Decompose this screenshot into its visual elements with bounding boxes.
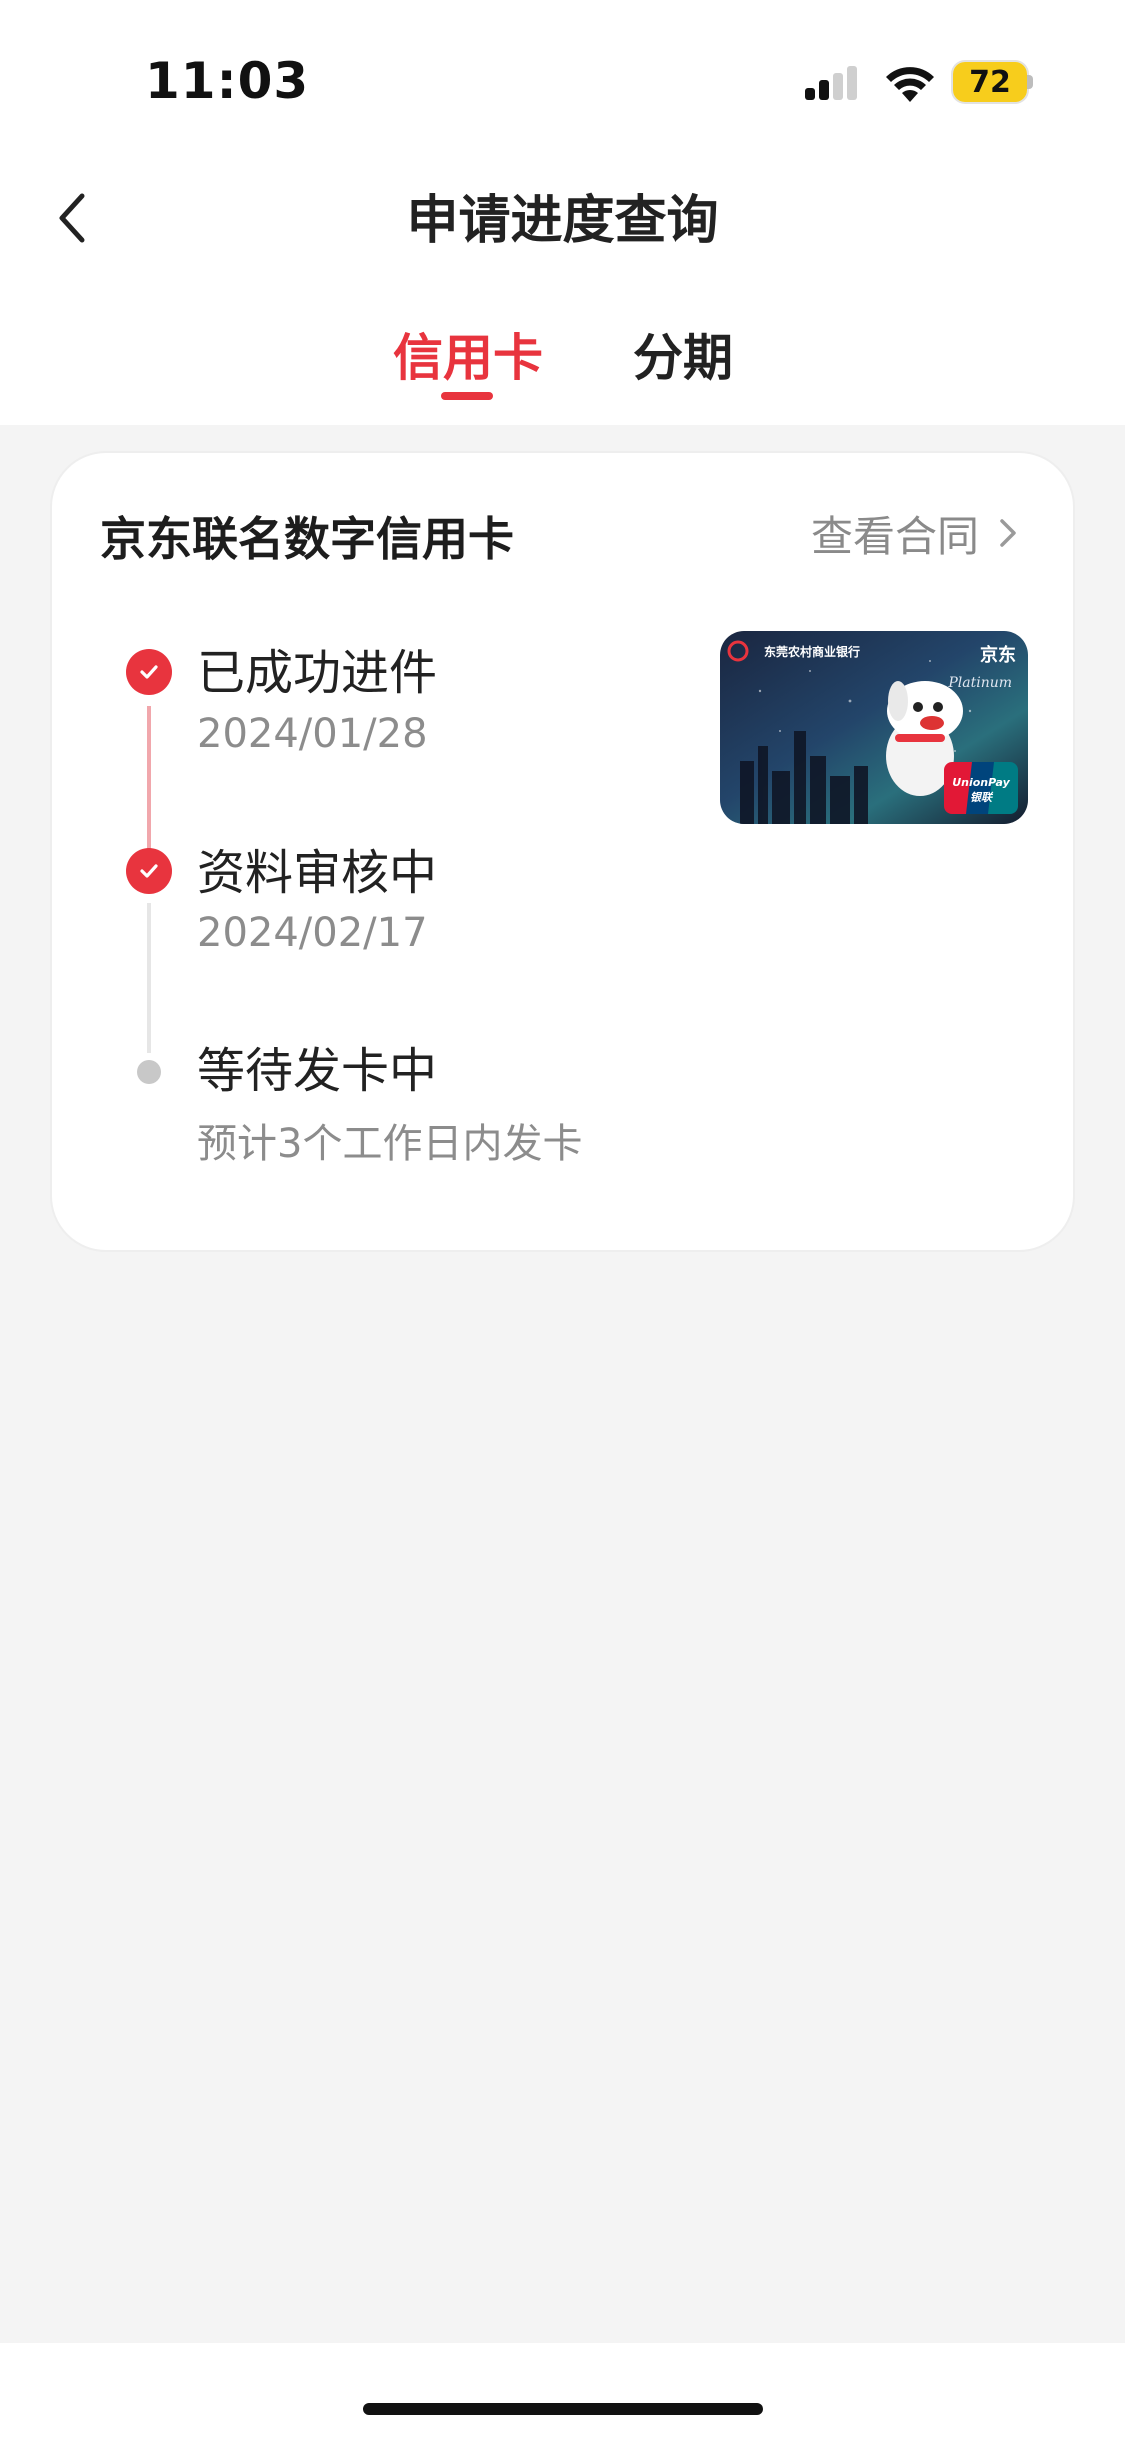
timeline-connector-pending: [147, 903, 151, 1053]
dot-icon: [137, 1060, 161, 1084]
check-circle-icon: [126, 649, 172, 695]
step-3-note: 预计3个工作日内发卡: [197, 1121, 583, 1167]
view-contract-link[interactable]: 查看合同: [811, 505, 1019, 561]
credit-card-image: 东莞农村商业银行 京东 Platinum UnionPay 银联: [720, 631, 1028, 824]
battery-level: 72: [953, 62, 1027, 102]
cellular-signal-icon: [805, 66, 857, 100]
progress-card: 京东联名数字信用卡 查看合同 已成功进件 2024/01/28 资料审核中 20…: [50, 451, 1075, 1252]
timeline-connector-done: [147, 706, 151, 856]
status-time: 11:03: [145, 52, 310, 110]
check-circle-icon: [126, 848, 172, 894]
tab-installment[interactable]: 分期: [633, 318, 733, 390]
tab-credit-card[interactable]: 信用卡: [393, 318, 543, 390]
step-2-date: 2024/02/17: [197, 910, 428, 956]
step-3-title: 等待发卡中: [197, 1043, 438, 1099]
step-2-title: 资料审核中: [197, 845, 438, 901]
wifi-icon: [886, 67, 934, 102]
home-indicator[interactable]: [363, 2403, 763, 2415]
card-title: 京东联名数字信用卡: [100, 512, 514, 566]
step-1-date: 2024/01/28: [197, 711, 428, 757]
active-tab-indicator: [441, 392, 493, 400]
bottom-bar: [0, 2343, 1125, 2439]
page-title: 申请进度查询: [406, 191, 719, 251]
step-1-title: 已成功进件: [197, 645, 438, 701]
chevron-right-icon: [1000, 519, 1016, 547]
unionpay-logo: UnionPay 银联: [944, 762, 1018, 814]
view-contract-label: 查看合同: [810, 511, 979, 561]
